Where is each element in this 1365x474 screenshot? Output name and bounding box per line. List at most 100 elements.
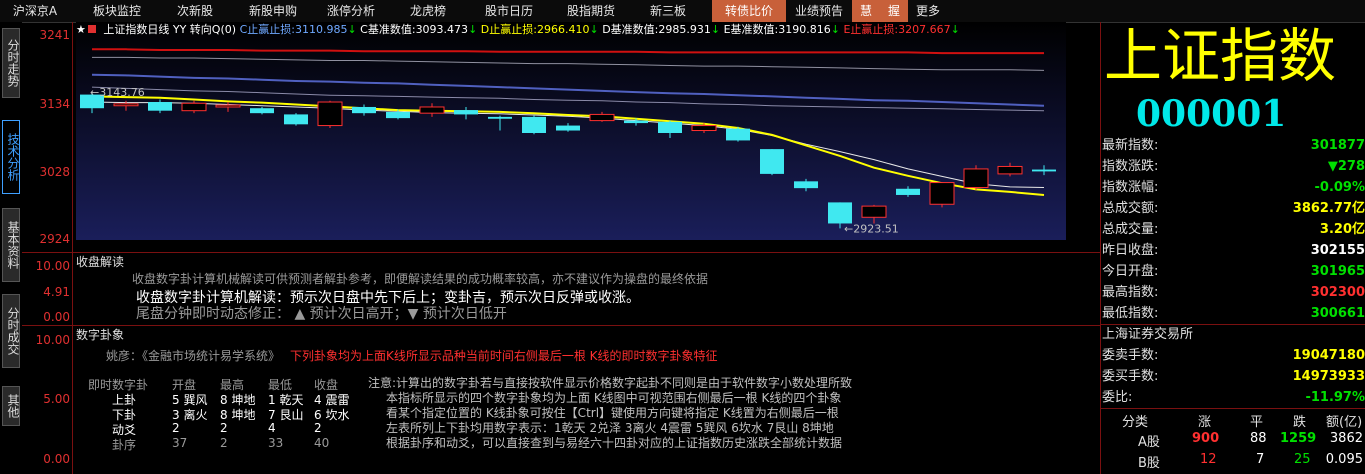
candle-body[interactable] <box>929 182 955 205</box>
tab-technical-analysis[interactable]: 技术分析 <box>2 120 20 194</box>
candle-body[interactable] <box>861 205 887 218</box>
note-line: 根据卦序和动爻，可以直接查到与易经六十四卦对应的上证指数历史涨跌全部统计数据 <box>386 436 843 450</box>
tab-other[interactable]: 其他 <box>2 386 20 426</box>
y-tick-label: 3028 <box>39 165 70 179</box>
tab-basic-info[interactable]: 基本资料 <box>2 208 20 282</box>
y-tick-label: 3241 <box>39 28 70 42</box>
nav-market-calendar[interactable]: 股市日历 <box>474 0 544 22</box>
quote-row: 最高指数: 302300 <box>1102 282 1365 303</box>
y-tick-label: 3134 <box>39 97 70 111</box>
candle-body[interactable] <box>317 101 343 127</box>
tab-intraday-trend[interactable]: 分时走势 <box>2 28 20 98</box>
panel2-author: 姚彦：《金融市场统计易学系统》 <box>106 349 281 363</box>
candle-body[interactable] <box>148 102 172 111</box>
quote-key: 总成交额: <box>1102 201 1159 216</box>
candle-body[interactable] <box>691 125 717 132</box>
candle-body[interactable] <box>997 165 1023 175</box>
candle-body[interactable] <box>284 114 308 125</box>
candle-body[interactable] <box>726 128 750 141</box>
nav-earnings-forecast[interactable]: 业绩预告 <box>788 0 850 22</box>
candle-body[interactable] <box>113 103 139 107</box>
quote-key: 指数涨跌: <box>1102 159 1159 174</box>
close-square-icon[interactable] <box>87 25 96 33</box>
exchange-name: 上海证券交易所 <box>1102 327 1194 342</box>
candle-body[interactable] <box>419 106 445 114</box>
candle-body[interactable] <box>589 113 615 122</box>
candlestick-chart[interactable]: ←3143.76 ←2923.51 <box>76 22 1066 240</box>
candle-body[interactable] <box>556 125 580 131</box>
candle-body[interactable] <box>963 168 989 189</box>
panel-divider <box>22 325 1100 326</box>
nav-more[interactable]: 更多 <box>910 0 946 22</box>
nav-new-third-board[interactable]: 新三板 <box>636 0 700 22</box>
nav-convertible-bond[interactable]: 转债比价 <box>712 0 786 22</box>
quote-value: 302300 <box>1310 285 1365 300</box>
panel2-y-label: 5.00 <box>43 392 70 406</box>
panel2-y-label: 10.00 <box>35 333 70 347</box>
panel1-disclaimer: 收盘数字卦计算机械解读可供预测者解卦参考，即便解读结果的成功概率较高，亦不建议作… <box>132 272 709 286</box>
quote-row: 最新指数: 301877 <box>1102 135 1365 156</box>
quote-key: 总成交量: <box>1102 222 1159 237</box>
nav-hushenjing-a[interactable]: 沪深京A <box>0 0 70 22</box>
table-cell-up: 900 <box>1192 431 1220 446</box>
nav-ipo-subscribe[interactable]: 新股申购 <box>238 0 308 22</box>
notes-block: 注意:计算出的数字卦若与直接按软件显示价格数字起卦不同则是由于软件数字小数处理所… <box>368 376 852 451</box>
quote-row: 总成交额: 3862.77亿 <box>1102 198 1365 219</box>
candle-body[interactable] <box>488 116 512 119</box>
candle-body[interactable] <box>658 121 682 133</box>
candle-body[interactable] <box>522 116 546 133</box>
candle-body[interactable] <box>181 102 207 112</box>
table-header: 额(亿) <box>1326 415 1363 430</box>
nav-wo[interactable]: 握 <box>880 0 908 22</box>
candle-body[interactable] <box>215 104 241 108</box>
candle-body[interactable] <box>896 188 920 195</box>
table-header: 跌 <box>1293 415 1307 430</box>
cell-high: 2 <box>220 421 228 435</box>
d-stop-label: D止赢止损: <box>480 23 537 36</box>
candle-body[interactable] <box>828 202 852 224</box>
d-base-arrow: ↓ <box>710 23 721 36</box>
note-line: 看某个指定位置的 K线卦象可按住【Ctrl】键使用方向键将指定 K线置为右侧最后… <box>386 406 839 420</box>
table-header: 涨 <box>1198 415 1212 430</box>
candle-body[interactable] <box>386 111 410 119</box>
nav-hui[interactable]: 慧 <box>852 0 880 22</box>
quote-row: 今日开盘: 301965 <box>1102 261 1365 282</box>
nav-index-futures[interactable]: 股指期货 <box>556 0 626 22</box>
candle-body[interactable] <box>624 120 648 124</box>
quote-value: -11.97% <box>1305 390 1365 405</box>
candle-body[interactable] <box>760 149 784 174</box>
note-line: 本指标所显示的四个数字卦象均为上面 K线图中可视范围右侧最后一根 K线的四个卦象 <box>386 391 842 405</box>
c-stop-label: C止赢止损: <box>239 23 295 36</box>
nav-limit-up-analysis[interactable]: 涨停分析 <box>316 0 386 22</box>
star-icon[interactable]: ★ <box>76 23 86 36</box>
quote-value: 302155 <box>1310 243 1365 258</box>
table-header: 分类 <box>1122 415 1149 430</box>
d-stop-arrow: ↓ <box>589 23 599 36</box>
panel2-title: 数字卦象 <box>76 328 125 342</box>
nav-dragon-tiger[interactable]: 龙虎榜 <box>398 0 458 22</box>
quote-value: 3.20亿 <box>1319 222 1365 237</box>
quote-value: 300661 <box>1310 306 1365 321</box>
table-cell-flat: 88 <box>1250 431 1267 446</box>
row-name: 卦序 <box>112 438 137 452</box>
y-tick-label: 2924 <box>39 232 70 246</box>
quote-key: 委卖手数: <box>1102 348 1159 363</box>
nav-sector-monitor[interactable]: 板块监控 <box>82 0 152 22</box>
quote-value: 14973933 <box>1292 369 1365 384</box>
tab-intraday-deals[interactable]: 分时成交 <box>2 294 20 368</box>
candle-body[interactable] <box>1032 169 1056 172</box>
quote-row: 指数涨跌: ▼278 <box>1102 156 1365 177</box>
quote-value: 3862.77亿 <box>1292 201 1365 216</box>
nav-new-stocks[interactable]: 次新股 <box>160 0 230 22</box>
quote-key: 最新指数: <box>1102 138 1159 153</box>
quote-row: 总成交量: 3.20亿 <box>1102 219 1365 240</box>
d-base-value: 2985.931 <box>658 23 711 36</box>
c-base-value: 3093.473 <box>415 23 469 36</box>
candle-body[interactable] <box>352 106 376 114</box>
candle-body[interactable] <box>454 110 478 115</box>
quote-value: 19047180 <box>1292 348 1365 363</box>
e-stop-arrow: ↓ <box>950 23 960 36</box>
candle-body[interactable] <box>794 181 818 189</box>
candle-body[interactable] <box>250 108 274 114</box>
quote-row: 委比: -11.97% <box>1102 387 1365 408</box>
